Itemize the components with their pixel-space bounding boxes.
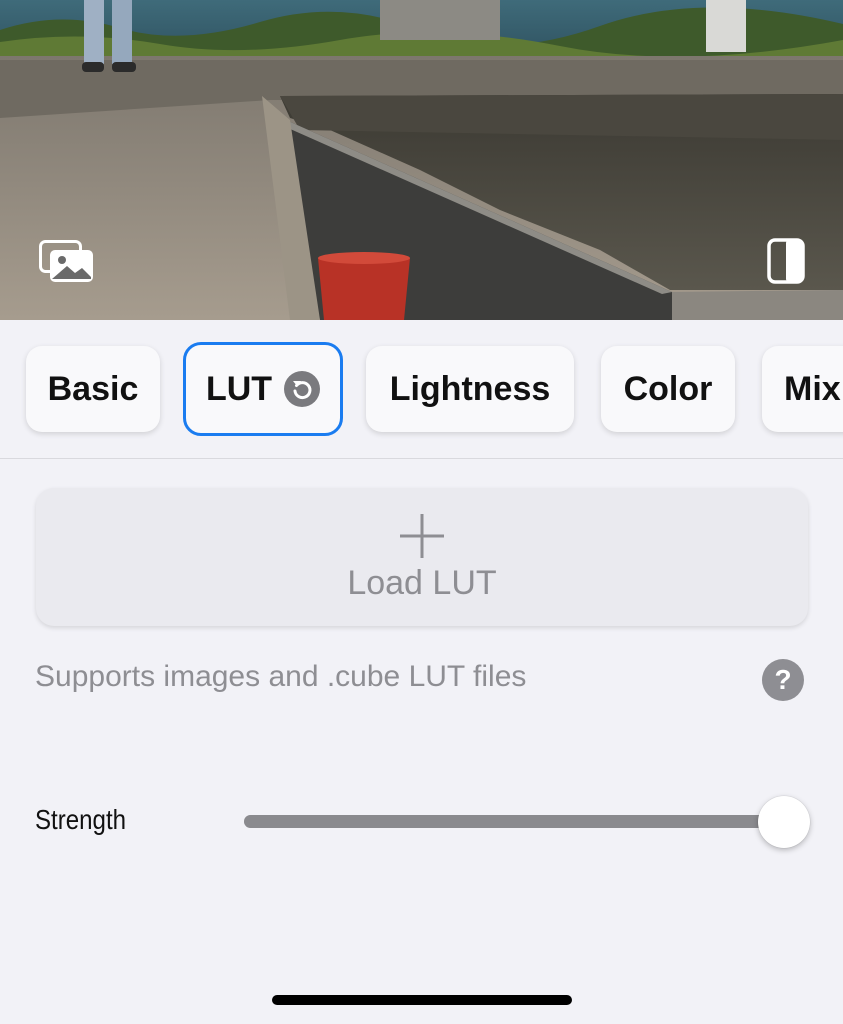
adjustment-tabs: Basic LUT Lightness Color Mix: [0, 320, 843, 459]
split-compare-icon: [767, 238, 805, 284]
slider-thumb[interactable]: [758, 796, 810, 848]
reset-icon[interactable]: [284, 371, 321, 407]
tab-mix[interactable]: Mix: [762, 346, 843, 432]
tab-basic[interactable]: Basic: [26, 346, 160, 432]
load-lut-button[interactable]: Load LUT: [36, 488, 808, 626]
tab-label: Basic: [47, 369, 139, 408]
compare-button[interactable]: [760, 232, 812, 290]
tab-label: Lightness: [389, 369, 551, 408]
help-button[interactable]: ?: [762, 659, 804, 701]
tab-label: Color: [623, 369, 713, 408]
home-indicator: [272, 995, 572, 1005]
tab-color[interactable]: Color: [601, 346, 735, 432]
load-lut-label: Load LUT: [347, 564, 497, 602]
tab-lut[interactable]: LUT: [183, 342, 343, 436]
tab-lightness[interactable]: Lightness: [366, 346, 574, 432]
photo-image: [0, 0, 843, 320]
tab-label: LUT: [205, 369, 273, 408]
lut-support-hint: Supports images and .cube LUT files: [35, 660, 527, 693]
slider-fill: [244, 815, 784, 828]
photo-gallery-button[interactable]: [32, 232, 102, 292]
plus-icon: [400, 514, 444, 558]
strength-slider[interactable]: [244, 796, 810, 848]
slider-track: [244, 815, 784, 828]
photo-preview: [0, 0, 843, 320]
photo-gallery-icon: [39, 240, 93, 282]
strength-label: Strength: [35, 804, 127, 835]
tab-label: Mix: [784, 369, 841, 408]
